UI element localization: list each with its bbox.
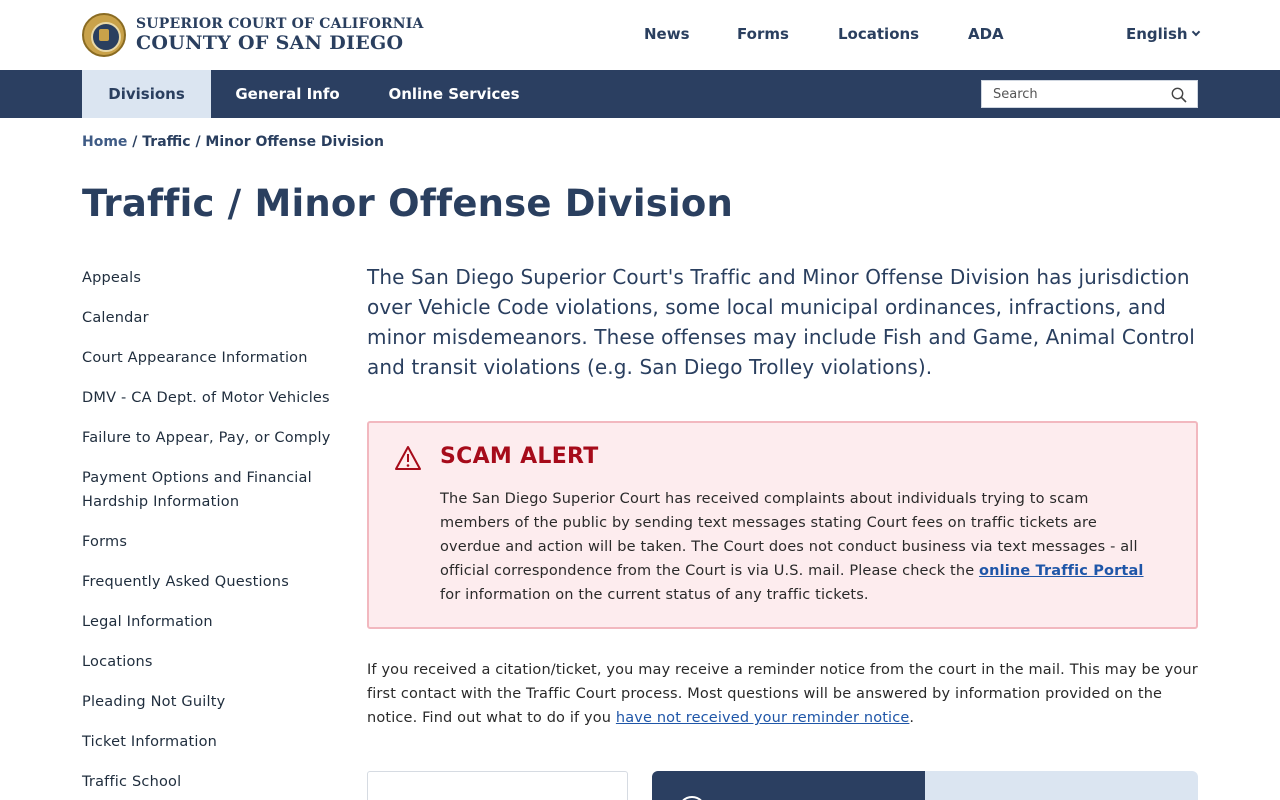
alert-title: SCAM ALERT <box>440 444 599 469</box>
reminder-paragraph: If you received a citation/ticket, you m… <box>367 658 1198 730</box>
sidebar-item-failure-to-appear[interactable]: Failure to Appear, Pay, or Comply <box>82 426 342 450</box>
alert-body: The San Diego Superior Court has receive… <box>440 487 1160 607</box>
site-header: Superior Court of California County of S… <box>0 0 1280 70</box>
search-input[interactable] <box>982 81 1162 107</box>
scam-alert-box: SCAM ALERT The San Diego Superior Court … <box>367 421 1198 629</box>
search-icon[interactable] <box>1171 87 1187 103</box>
sidebar-nav: Appeals Calendar Court Appearance Inform… <box>82 266 342 800</box>
search-box <box>981 80 1198 108</box>
nav-tab-general-info[interactable]: General Info <box>224 70 351 118</box>
chevron-down-icon <box>1191 27 1200 37</box>
nav-tab-divisions[interactable]: Divisions <box>82 70 211 118</box>
intro-text: The San Diego Superior Court's Traffic a… <box>367 265 1195 379</box>
logo-title-line1: Superior Court of California <box>136 16 424 32</box>
sidebar-item-traffic-school[interactable]: Traffic School <box>82 770 342 794</box>
breadcrumb-separator: / <box>132 134 138 150</box>
feature-card-dark[interactable] <box>652 771 925 800</box>
page-title: Traffic / Minor Offense Division <box>82 182 734 225</box>
reminder-text-end: . <box>909 710 915 726</box>
sidebar-item-court-appearance[interactable]: Court Appearance Information <box>82 346 342 370</box>
breadcrumb: Home / Traffic / Minor Offense Division <box>82 134 384 150</box>
top-link-forms[interactable]: Forms <box>737 25 789 43</box>
warning-triangle-icon <box>395 446 421 470</box>
language-selector[interactable]: English <box>1126 25 1200 43</box>
sidebar-item-calendar[interactable]: Calendar <box>82 306 342 330</box>
site-logo[interactable]: Superior Court of California County of S… <box>82 13 424 57</box>
traffic-portal-link[interactable]: online Traffic Portal <box>979 563 1143 579</box>
top-link-news[interactable]: News <box>644 25 690 43</box>
top-link-ada[interactable]: ADA <box>968 25 1004 43</box>
feature-card-light[interactable] <box>925 771 1198 800</box>
language-label: English <box>1126 25 1188 43</box>
info-card[interactable] <box>367 771 628 800</box>
breadcrumb-current: Traffic / Minor Offense Division <box>142 134 384 150</box>
breadcrumb-home[interactable]: Home <box>82 134 127 150</box>
sidebar-item-dmv[interactable]: DMV - CA Dept. of Motor Vehicles <box>82 386 342 410</box>
logo-title-line2: County of San Diego <box>136 32 404 54</box>
circle-icon <box>678 796 706 800</box>
sidebar-item-forms[interactable]: Forms <box>82 530 342 554</box>
top-link-locations[interactable]: Locations <box>838 25 919 43</box>
main-nav: Divisions General Info Online Services <box>0 70 1280 118</box>
sidebar-item-payment-options[interactable]: Payment Options and Financial Hardship I… <box>82 466 342 514</box>
sidebar-item-pleading-not-guilty[interactable]: Pleading Not Guilty <box>82 690 342 714</box>
nav-tab-online-services[interactable]: Online Services <box>380 70 528 118</box>
court-seal-logo <box>82 13 126 57</box>
reminder-notice-link[interactable]: have not received your reminder notice <box>616 710 910 726</box>
sidebar-item-legal-information[interactable]: Legal Information <box>82 610 342 634</box>
sidebar-item-faq[interactable]: Frequently Asked Questions <box>82 570 342 594</box>
sidebar-item-ticket-information[interactable]: Ticket Information <box>82 730 342 754</box>
sidebar-item-locations[interactable]: Locations <box>82 650 342 674</box>
sidebar-item-appeals[interactable]: Appeals <box>82 266 342 290</box>
alert-body-text-end: for information on the current status of… <box>440 587 869 603</box>
